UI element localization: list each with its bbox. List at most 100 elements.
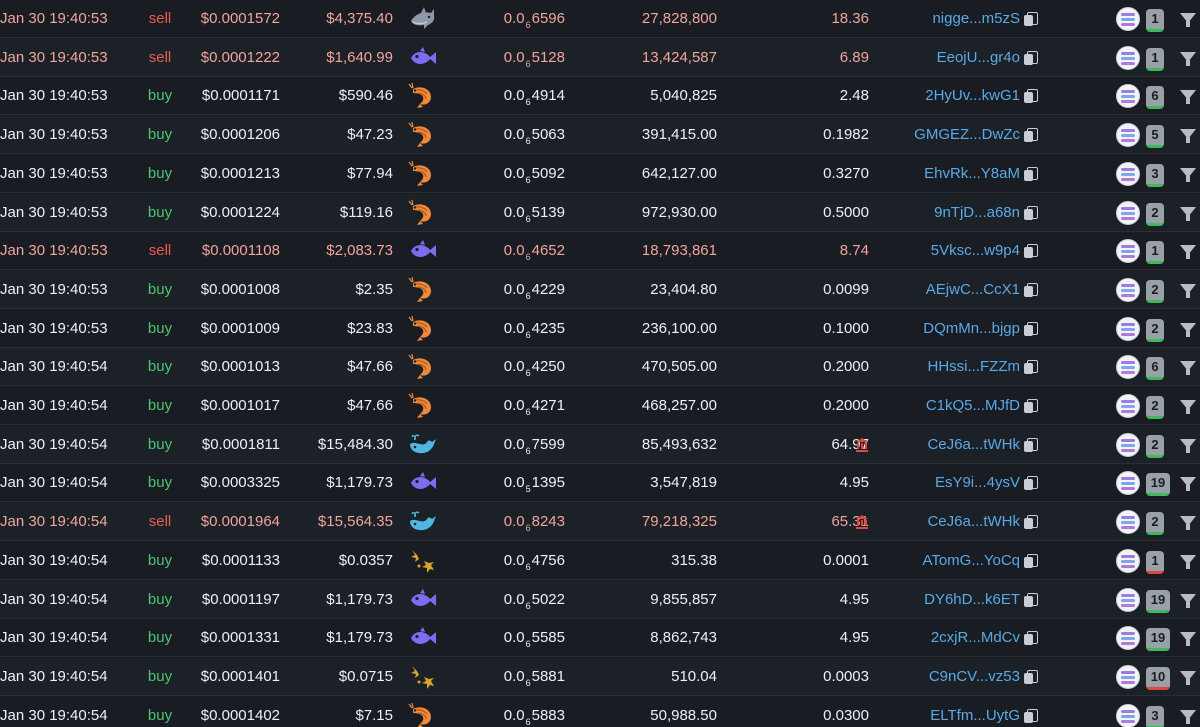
trade-count-badge[interactable]: 1 [1146,550,1164,574]
filter-icon[interactable] [1180,477,1196,492]
copy-cell[interactable] [1024,39,1040,77]
filter-cell[interactable] [1180,581,1198,619]
copy-icon[interactable] [1024,360,1038,375]
filter-cell[interactable] [1180,619,1198,657]
trade-count-badge[interactable]: 1 [1146,47,1164,71]
filter-cell[interactable] [1180,464,1198,502]
copy-cell[interactable] [1024,77,1040,115]
filter-cell[interactable] [1180,387,1198,425]
filter-icon[interactable] [1180,400,1196,414]
filter-cell[interactable] [1180,194,1198,232]
copy-icon[interactable] [1024,669,1038,684]
trade-count-badge[interactable]: 19 [1146,589,1170,613]
trade-count-badge[interactable]: 1 [1146,9,1164,32]
copy-icon[interactable] [1024,12,1038,26]
filter-cell[interactable] [1180,116,1198,154]
copy-cell[interactable] [1024,697,1040,727]
copy-icon[interactable] [1024,553,1038,568]
maker-address-link[interactable]: GMGEZ...DwZc [885,116,1020,154]
filter-icon[interactable] [1180,129,1196,144]
copy-icon[interactable] [1024,631,1038,646]
filter-icon[interactable] [1180,516,1196,531]
maker-address-link[interactable]: EhvRk...Y8aM [885,155,1020,193]
maker-address-link[interactable]: ATomG...YoCq [885,542,1020,580]
filter-cell[interactable] [1180,658,1198,696]
trade-count-badge[interactable]: 1 [1146,241,1164,265]
copy-cell[interactable] [1024,155,1040,193]
table-row[interactable]: Jan 30 19:40:53 buy $0.0001213 $77.94 0.0650… [0,155,1200,193]
filter-icon[interactable] [1180,13,1196,27]
maker-address-link[interactable]: 9nTjD...a68n [885,194,1020,232]
trade-count-badge[interactable]: 5 [1146,125,1164,149]
copy-cell[interactable] [1024,116,1040,154]
trade-count-badge[interactable]: 10 [1146,666,1170,690]
table-row[interactable]: Jan 30 19:40:54 sell $0.0001964 $15,564.35 0… [0,503,1200,542]
filter-cell[interactable] [1180,503,1198,541]
copy-cell[interactable] [1024,581,1040,619]
trade-count-badge[interactable]: 2 [1146,202,1164,226]
filter-icon[interactable] [1180,322,1196,337]
copy-icon[interactable] [1024,89,1038,104]
trade-count-badge[interactable]: 3 [1146,163,1164,187]
maker-address-link[interactable]: C1kQ5...MJfD [885,387,1020,425]
copy-cell[interactable] [1024,310,1040,348]
trade-count-badge[interactable]: 6 [1146,86,1164,110]
copy-icon[interactable] [1024,244,1038,259]
copy-cell[interactable] [1024,348,1040,386]
maker-address-link[interactable]: EsY9i...4ysV [885,464,1020,502]
table-row[interactable]: Jan 30 19:40:54 buy $0.0001811 $15,484.30 0.… [0,425,1200,464]
trade-count-badge[interactable]: 2 [1146,512,1164,536]
copy-cell[interactable] [1024,232,1040,270]
filter-icon[interactable] [1180,670,1196,685]
copy-cell[interactable] [1024,658,1040,696]
maker-address-link[interactable]: DQmMn...bjgp [885,310,1020,348]
copy-icon[interactable] [1024,708,1038,723]
copy-icon[interactable] [1024,166,1038,181]
filter-cell[interactable] [1180,426,1198,464]
copy-cell[interactable] [1024,619,1040,657]
filter-icon[interactable] [1180,593,1196,608]
table-row[interactable]: Jan 30 19:40:54 buy $0.0001401 $0.0715 0.065… [0,657,1200,696]
table-row[interactable]: Jan 30 19:40:53 sell $0.0001222 $1,640.99 0.… [0,38,1200,77]
filter-cell[interactable] [1180,39,1198,77]
table-row[interactable]: Jan 30 19:40:54 buy $0.0001017 $47.66 0.0642… [0,387,1200,425]
copy-cell[interactable] [1024,387,1040,425]
filter-icon[interactable] [1180,438,1196,453]
table-row[interactable]: Jan 30 19:40:54 buy $0.0001331 $1,179.73 0.0… [0,619,1200,658]
trade-count-badge[interactable]: 2 [1146,318,1164,342]
filter-icon[interactable] [1180,283,1196,298]
copy-icon[interactable] [1024,205,1038,220]
table-row[interactable]: Jan 30 19:40:54 buy $0.0001402 $7.15 0.06588… [0,697,1200,727]
maker-address-link[interactable]: 2cxjR...MdCv [885,619,1020,657]
table-row[interactable]: Jan 30 19:40:53 sell $0.0001108 $2,083.73 0.… [0,232,1200,271]
filter-cell[interactable] [1180,271,1198,309]
table-row[interactable]: Jan 30 19:40:53 buy $0.0001008 $2.35 0.06422… [0,270,1200,309]
trade-count-badge[interactable]: 6 [1146,357,1164,381]
copy-icon[interactable] [1024,50,1038,65]
filter-cell[interactable] [1180,155,1198,193]
trade-count-badge[interactable]: 3 [1146,705,1164,727]
filter-icon[interactable] [1180,206,1196,221]
filter-cell[interactable] [1180,697,1198,727]
maker-address-link[interactable]: nigge...m5zS [885,0,1020,38]
filter-icon[interactable] [1180,167,1196,182]
filter-cell[interactable] [1180,232,1198,270]
copy-icon[interactable] [1024,128,1038,143]
filter-icon[interactable] [1180,632,1196,647]
maker-address-link[interactable]: 2HyUv...kwG1 [885,77,1020,115]
filter-icon[interactable] [1180,245,1196,260]
filter-icon[interactable] [1180,709,1196,724]
maker-address-link[interactable]: ELTfm...UytG [885,697,1020,727]
table-row[interactable]: Jan 30 19:40:53 sell $0.0001572 $4,375.40 0.… [0,0,1200,38]
copy-icon[interactable] [1024,437,1038,452]
filter-icon[interactable] [1180,90,1196,105]
maker-address-link[interactable]: C9nCV...vz53 [885,658,1020,696]
copy-icon[interactable] [1024,321,1038,336]
copy-icon[interactable] [1024,592,1038,607]
maker-address-link[interactable]: CeJ6a...tWHk [885,426,1020,464]
copy-cell[interactable] [1024,271,1040,309]
filter-cell[interactable] [1180,542,1198,580]
copy-cell[interactable] [1024,194,1040,232]
copy-cell[interactable] [1024,542,1040,580]
filter-icon[interactable] [1180,51,1196,66]
